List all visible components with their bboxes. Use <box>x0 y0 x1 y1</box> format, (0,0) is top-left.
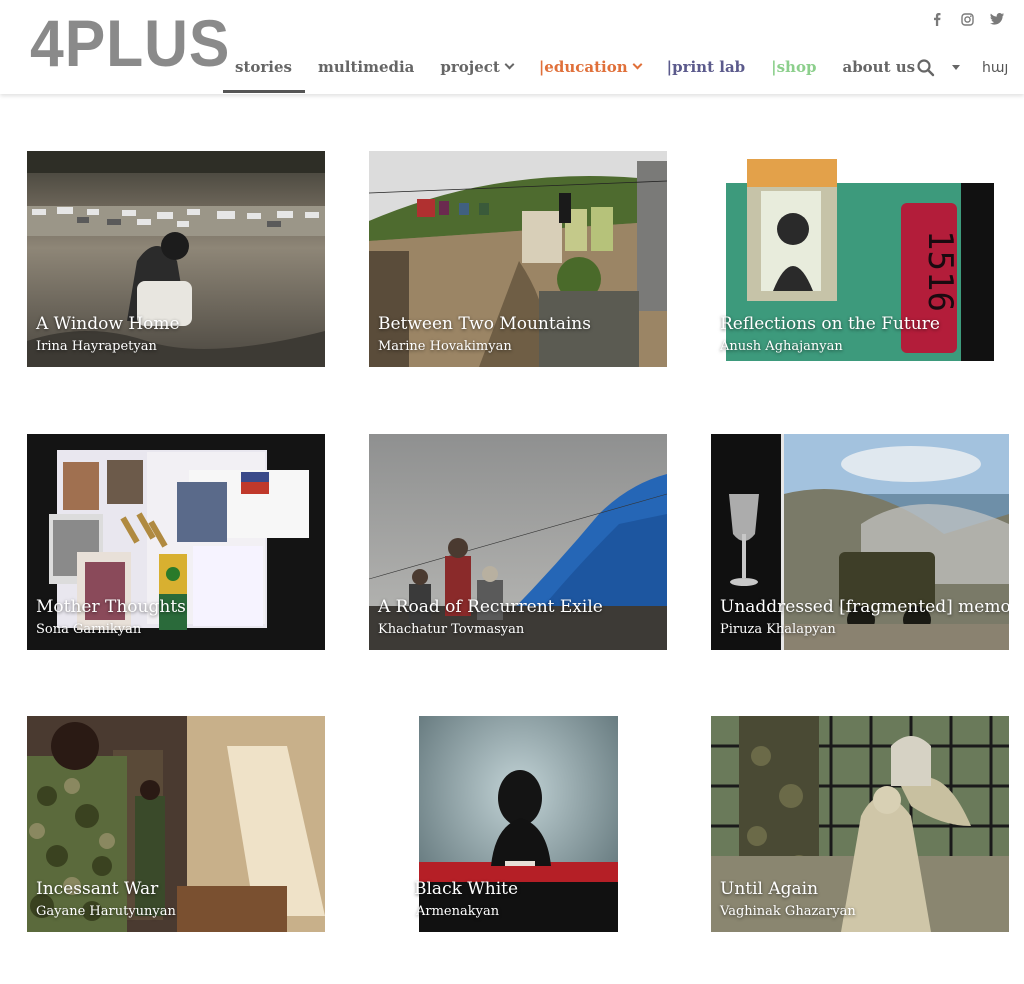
story-title: Black White <box>414 879 519 899</box>
story-author: Khachatur Tovmasyan <box>378 622 525 637</box>
svg-text:1516: 1516 <box>920 230 960 312</box>
story-author: Armenakyan <box>416 904 500 919</box>
story-photo <box>419 716 618 932</box>
story-title: A Road of Recurrent Exile <box>378 597 603 617</box>
story-title: Reflections on the Future <box>720 314 940 334</box>
story-card-black-white[interactable]: Black White Armenakyan <box>414 716 618 932</box>
story-author: Sona Garnikyan <box>36 622 142 637</box>
story-card-a-window-home[interactable]: A Window Home Irina Hayrapetyan <box>27 151 325 367</box>
story-title: A Window Home <box>36 314 180 334</box>
story-title: Mother Thoughts <box>36 597 186 617</box>
story-photo <box>369 434 667 650</box>
story-author: Anush Aghajanyan <box>720 339 843 354</box>
story-photo: 1516 <box>711 151 1009 367</box>
story-author: Piruza Khalapyan <box>720 622 836 637</box>
story-author: Marine Hovakimyan <box>378 339 512 354</box>
story-title: Between Two Mountains <box>378 314 591 334</box>
story-card-incessant-war[interactable]: Incessant War Gayane Harutyunyan <box>27 716 325 932</box>
story-photo <box>369 151 667 367</box>
story-photo <box>27 434 325 650</box>
story-author: Vaghinak Ghazaryan <box>720 904 856 919</box>
story-photo <box>711 434 1009 650</box>
story-card-mother-thoughts[interactable]: Mother Thoughts Sona Garnikyan <box>27 434 325 650</box>
story-title: Unaddressed [fragmented] memory <box>720 597 1009 617</box>
story-title: Incessant War <box>36 879 159 899</box>
story-card-unaddressed-fragmented-memory[interactable]: Unaddressed [fragmented] memory Piruza K… <box>711 434 1009 650</box>
story-title: Until Again <box>720 879 819 899</box>
story-author: Gayane Harutyunyan <box>36 904 176 919</box>
story-photo <box>27 716 325 932</box>
story-author: Irina Hayrapetyan <box>36 339 157 354</box>
story-card-until-again[interactable]: Until Again Vaghinak Ghazaryan <box>711 716 1009 932</box>
story-card-a-road-of-recurrent-exile[interactable]: A Road of Recurrent Exile Khachatur Tovm… <box>369 434 667 650</box>
story-card-reflections-on-the-future[interactable]: 1516 Reflections on the Future Anush Agh… <box>711 151 1009 367</box>
story-photo <box>711 716 1009 932</box>
story-card-between-two-mountains[interactable]: Between Two Mountains Marine Hovakimyan <box>369 151 667 367</box>
story-grid: A Window Home Irina Hayrapetyan Between … <box>0 0 1024 984</box>
story-photo <box>27 151 325 367</box>
